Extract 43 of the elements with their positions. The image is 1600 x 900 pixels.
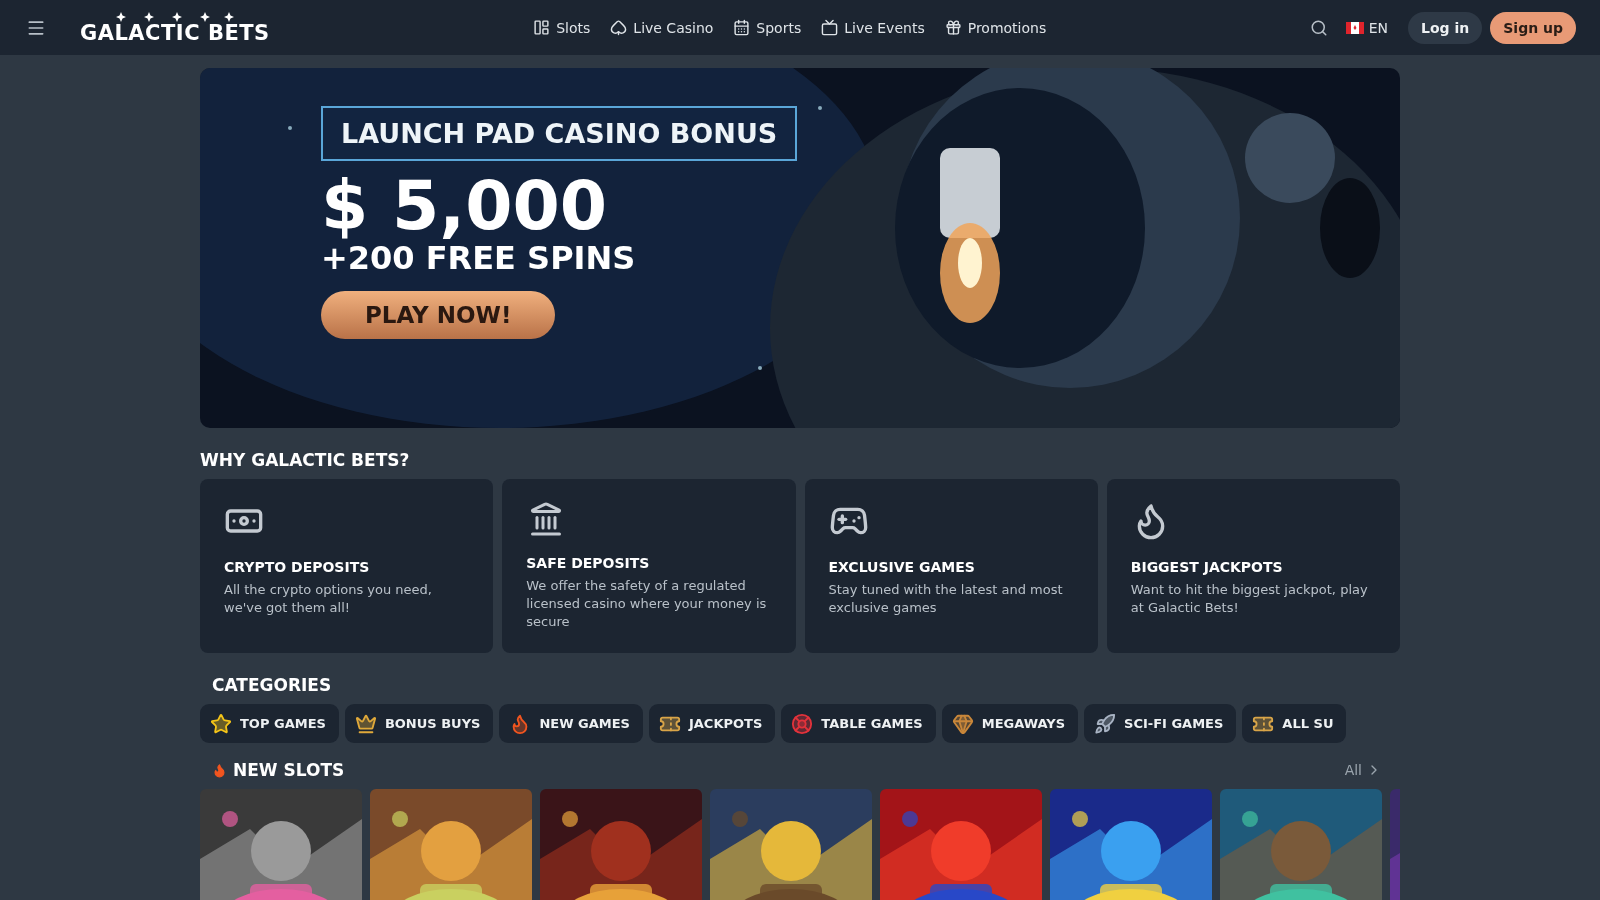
signup-button[interactable]: Sign up <box>1490 11 1576 44</box>
stars-icon <box>114 11 235 22</box>
crown-icon <box>354 712 377 735</box>
feature-title: BIGGEST JACKPOTS <box>1130 559 1283 575</box>
star-icon <box>210 712 232 735</box>
feature-title: EXCLUSIVE GAMES <box>828 559 975 575</box>
category-chip[interactable]: MEGAWAYS <box>941 704 1079 743</box>
all-link[interactable]: All <box>1344 762 1382 778</box>
nav-link[interactable]: Slots <box>533 19 591 36</box>
feature-title: CRYPTO DEPOSITS <box>224 559 370 575</box>
nav-link[interactable]: Promotions <box>944 19 1047 36</box>
category-chip[interactable]: BONUS BUYS <box>344 704 494 743</box>
section-title: CATEGORIES <box>212 675 332 695</box>
logo[interactable]: GALACTIC BETS <box>80 21 270 44</box>
rocket-icon <box>1094 712 1117 735</box>
cards-icon <box>610 19 628 36</box>
nav-link[interactable]: Live Casino <box>610 19 714 36</box>
section-title: NEW SLOTS <box>233 760 345 780</box>
category-chip[interactable]: JACKPOTS <box>648 704 776 743</box>
nav-link[interactable]: Live Events <box>821 19 925 36</box>
flame-icon <box>212 762 227 778</box>
login-button[interactable]: Log in <box>1408 11 1483 44</box>
gem-icon <box>951 712 974 735</box>
feature-description: We offer the safety of a regulated licensed casino where your money is secure <box>526 577 768 631</box>
section-title: WHY GALACTIC BETS? <box>200 450 411 470</box>
feature-description: Stay tuned with the latest and most exclusive games <box>828 581 1064 617</box>
language-selector[interactable]: EN <box>1345 19 1389 36</box>
feature-description: All the crypto options you need, we've got them all! <box>224 581 433 617</box>
category-chip[interactable]: ALL SU <box>1242 704 1347 743</box>
category-chip[interactable]: TOP GAMES <box>200 704 339 743</box>
play-now-button[interactable]: PLAY NOW! <box>321 291 556 339</box>
gift-icon <box>944 19 962 36</box>
feature-title: SAFE DEPOSITS <box>526 555 650 571</box>
calendar-icon <box>733 19 751 36</box>
poker-chip-icon <box>791 712 814 735</box>
nav-link[interactable]: Sports <box>733 19 802 36</box>
category-chip[interactable]: TABLE GAMES <box>781 704 936 743</box>
flag-icon <box>1345 21 1364 34</box>
bonus-label: LAUNCH PAD CASINO BONUS <box>321 106 798 161</box>
feature-description: Want to hit the biggest jackpot, play at Galactic Bets! <box>1130 581 1369 617</box>
category-chip[interactable]: NEW GAMES <box>499 704 643 743</box>
category-chip[interactable]: SCI-FI GAMES <box>1084 704 1237 743</box>
search-button[interactable] <box>1309 18 1328 37</box>
